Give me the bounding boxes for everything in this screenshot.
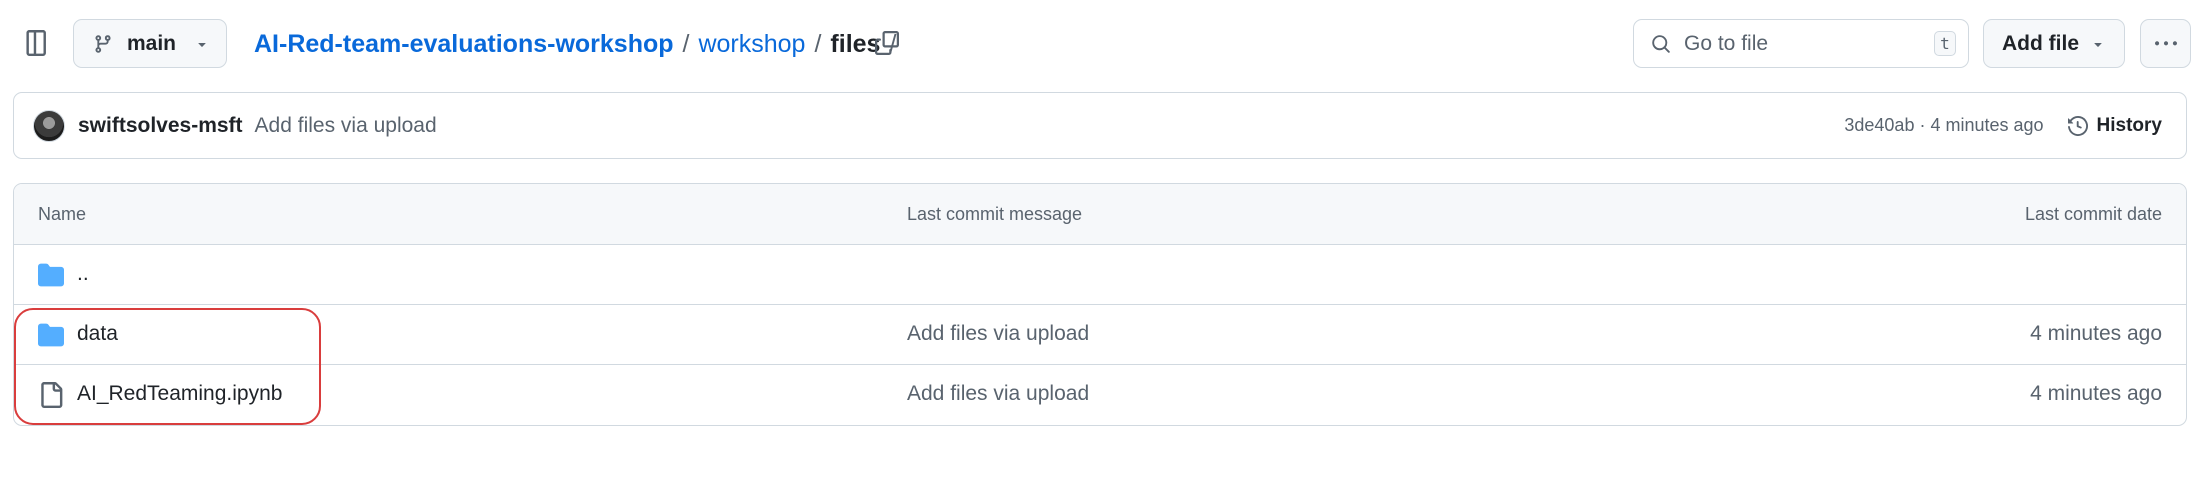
folder-icon (38, 322, 64, 353)
file-icon (38, 382, 64, 413)
add-file-button[interactable]: Add file (1983, 19, 2125, 68)
add-file-label: Add file (2002, 31, 2079, 55)
breadcrumb: AI-Red-team-evaluations-workshop / works… (254, 26, 905, 62)
parent-directory-link[interactable]: .. (77, 262, 89, 286)
table-header: Name Last commit message Last commit dat… (14, 184, 2186, 245)
row-commit-date: 4 minutes ago (2030, 322, 2162, 345)
history-label: History (2096, 114, 2162, 136)
row-commit-date: 4 minutes ago (2030, 382, 2162, 405)
file-table: Name Last commit message Last commit dat… (13, 183, 2187, 426)
triangle-down-icon (2094, 42, 2102, 47)
history-button[interactable]: History (2067, 114, 2162, 137)
breadcrumb-separator: / (682, 29, 690, 58)
sidebar-expand-icon (26, 30, 46, 56)
copy-icon (875, 31, 899, 55)
branch-name: main (127, 31, 177, 55)
row-commit-message[interactable]: Add files via upload (907, 322, 1089, 346)
sidebar-toggle-button[interactable] (21, 27, 53, 59)
more-options-button[interactable] (2140, 19, 2191, 68)
history-icon (2067, 115, 2088, 136)
commit-hash-time[interactable]: 3de40ab · 4 minutes ago (1844, 115, 2043, 136)
column-header-message: Last commit message (907, 204, 1083, 224)
triangle-down-icon (198, 42, 206, 47)
kebab-horizontal-icon (2154, 40, 2177, 45)
latest-commit-bar: swiftsolves-msft Add files via upload 3d… (13, 92, 2187, 159)
git-branch-icon (95, 34, 111, 53)
keyboard-shortcut-hint: t (1934, 31, 1956, 56)
go-to-file-input[interactable]: Go to file t (1633, 19, 1969, 68)
search-placeholder: Go to file (1684, 31, 1769, 55)
commit-author-link[interactable]: swiftsolves-msft (78, 114, 243, 138)
commit-message-link[interactable]: Add files via upload (255, 114, 437, 138)
table-row[interactable]: data Add files via upload 4 minutes ago (14, 305, 2186, 365)
search-icon (1652, 34, 1670, 53)
breadcrumb-repo-link[interactable]: AI-Red-team-evaluations-workshop (254, 30, 674, 59)
breadcrumb-workshop-link[interactable]: workshop (698, 30, 805, 59)
folder-icon (38, 262, 64, 293)
copy-path-button[interactable] (871, 27, 903, 59)
row-commit-message[interactable]: Add files via upload (907, 382, 1089, 406)
table-row[interactable]: .. (14, 245, 2186, 305)
folder-link-data[interactable]: data (77, 322, 118, 346)
breadcrumb-separator: / (814, 29, 822, 58)
file-link-notebook[interactable]: AI_RedTeaming.ipynb (77, 382, 282, 406)
column-header-date: Last commit date (2024, 204, 2162, 224)
branch-selector-button[interactable]: main (73, 19, 227, 68)
table-row[interactable]: AI_RedTeaming.ipynb Add files via upload… (14, 365, 2186, 425)
file-navigation-bar: main AI-Red-team-evaluations-workshop / … (0, 0, 2202, 90)
avatar[interactable] (33, 109, 65, 142)
column-header-name: Name (38, 204, 87, 224)
